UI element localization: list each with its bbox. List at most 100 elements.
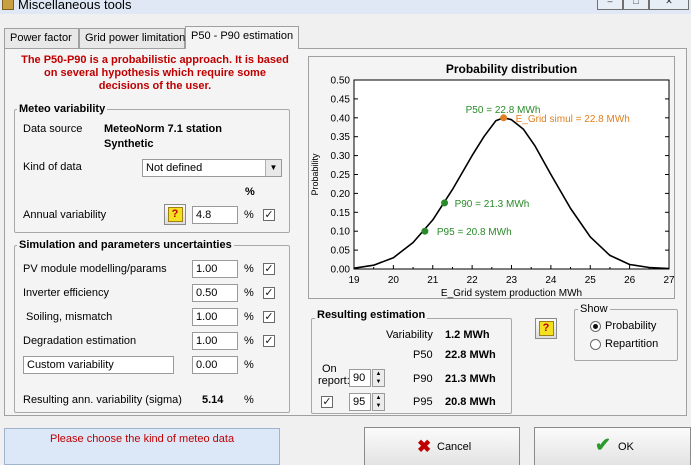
resulting-variability-value: 5.14 [202, 394, 224, 406]
report-p90-input[interactable]: 90 [349, 369, 371, 387]
degradation-checkbox[interactable]: ✓ [263, 335, 275, 347]
annual-variability-input[interactable]: 4.8 [192, 206, 238, 224]
custom-variability-input[interactable]: 0.00 [192, 356, 238, 374]
show-title: Show [578, 303, 610, 315]
p90-value: 21.3 MWh [445, 373, 496, 385]
degradation-unit: % [244, 335, 254, 347]
pv-module-checkbox[interactable]: ✓ [263, 263, 275, 275]
cancel-label: Cancel [437, 441, 472, 453]
ok-button[interactable]: ✔ OK [534, 427, 691, 465]
pv-module-unit: % [244, 263, 254, 275]
on-report-checkbox[interactable]: ✓ [321, 396, 333, 408]
inverter-efficiency-checkbox[interactable]: ✓ [263, 287, 275, 299]
inverter-efficiency-input[interactable]: 0.50 [192, 284, 238, 302]
probability-chart: Probability distribution 0.00 0.05 0.10 0.15… [308, 56, 675, 299]
status-bar: Please choose the kind of meteo data [4, 428, 280, 465]
tab-p50-p90-estimation[interactable]: P50 - P90 estimation [185, 26, 299, 49]
show-group [574, 309, 678, 361]
y-tick-label: 0.00 [331, 265, 351, 276]
data-source-value: MeteoNorm 7.1 station [104, 123, 222, 135]
soiling-mismatch-input[interactable]: 1.00 [192, 308, 238, 326]
minimize-button[interactable]: – [597, 0, 623, 10]
p95-point [421, 227, 429, 235]
p90-label: P90 [413, 373, 433, 385]
p95-label: P95 [413, 396, 433, 408]
p95-label: P95 = 20.8 MWh [437, 227, 512, 238]
window-title: Miscellaneous tools [18, 0, 132, 12]
data-source-type: Synthetic [104, 138, 154, 150]
title-bar: Miscellaneous tools – □ ✕ [0, 0, 691, 14]
pv-module-label: PV module modelling/params [23, 263, 167, 275]
radio-probability[interactable] [590, 321, 601, 332]
pv-module-input[interactable]: 1.00 [192, 260, 238, 278]
meteo-variability-title: Meteo variability [17, 103, 108, 115]
resulting-variability-unit: % [244, 394, 254, 406]
y-axis-label: Probability [310, 153, 320, 196]
variability-label: Variability [386, 329, 433, 341]
degradation-label: Degradation estimation [23, 335, 137, 347]
cancel-button[interactable]: ✖ Cancel [364, 427, 520, 465]
report-p90-spinner[interactable]: ▲ ▼ [372, 369, 385, 387]
x-tick-label: 19 [348, 275, 360, 286]
p95-value: 20.8 MWh [445, 396, 496, 408]
ok-label: OK [618, 441, 634, 453]
p90-label: P90 = 21.3 MWh [455, 199, 530, 210]
y-tick-label: 0.15 [331, 208, 351, 219]
spin-down-icon[interactable]: ▼ [373, 378, 384, 386]
p50-value: 22.8 MWh [445, 349, 496, 361]
cancel-x-icon: ✖ [417, 437, 432, 456]
y-tick-label: 0.20 [331, 189, 351, 200]
chevron-down-icon[interactable]: ▼ [265, 160, 281, 176]
report-p95-input[interactable]: 95 [349, 393, 371, 411]
y-tick-label: 0.25 [331, 170, 351, 181]
chart-title: Probability distribution [446, 62, 577, 76]
on-report-label-1: On [322, 363, 337, 375]
y-tick-label: 0.35 [331, 132, 351, 143]
custom-variability-field[interactable]: Custom variability [23, 356, 174, 374]
probability-chart-svg: Probability distribution 0.00 0.05 0.10 0.15… [310, 62, 675, 299]
x-tick-label: 26 [624, 275, 636, 286]
x-tick-label: 23 [506, 275, 518, 286]
x-tick-label: 24 [545, 275, 557, 286]
help-button[interactable]: ? [164, 204, 186, 225]
inverter-efficiency-label: Inverter efficiency [23, 287, 110, 299]
checkmark-icon: ✔ [595, 435, 611, 456]
tab-grid-power-limitation[interactable]: Grid power limitation [79, 28, 185, 48]
maximize-button[interactable]: □ [623, 0, 649, 10]
soiling-mismatch-checkbox[interactable]: ✓ [263, 311, 275, 323]
simul-label: E_Grid simul = 22.8 MWh [516, 114, 630, 125]
spin-down-icon[interactable]: ▼ [373, 402, 384, 410]
variability-value: 1.2 MWh [445, 329, 490, 341]
y-tick-label: 0.45 [331, 94, 351, 105]
annual-variability-checkbox[interactable]: ✓ [263, 209, 275, 221]
resulting-variability-label: Resulting ann. variability (sigma) [23, 394, 182, 406]
radio-probability-label[interactable]: Probability [605, 320, 656, 332]
inverter-efficiency-unit: % [244, 287, 254, 299]
spin-up-icon[interactable]: ▲ [373, 394, 384, 402]
soiling-mismatch-label: Soiling, mismatch [26, 311, 113, 323]
x-tick-label: 20 [388, 275, 400, 286]
help-icon: ? [538, 321, 554, 336]
percent-header: % [245, 186, 255, 198]
radio-repartition-label[interactable]: Repartition [605, 338, 658, 350]
y-tick-label: 0.10 [331, 227, 351, 238]
degradation-input[interactable]: 1.00 [192, 332, 238, 350]
report-p95-spinner[interactable]: ▲ ▼ [372, 393, 385, 411]
kind-of-data-value: Not defined [146, 162, 203, 174]
y-tick-label: 0.50 [331, 76, 351, 87]
warning-text: The P50-P90 is a probabilistic approach.… [21, 54, 289, 92]
close-button[interactable]: ✕ [649, 0, 689, 10]
status-message: Please choose the kind of meteo data [50, 433, 235, 445]
x-axis-label: E_Grid system production MWh [441, 288, 582, 299]
kind-of-data-select[interactable]: Not defined ▼ [142, 159, 282, 177]
resulting-estimation-title: Resulting estimation [315, 309, 428, 321]
help-button-result[interactable]: ? [535, 318, 557, 339]
y-tick-label: 0.40 [331, 113, 351, 124]
simulation-uncertainties-title: Simulation and parameters uncertainties [17, 239, 234, 251]
spin-up-icon[interactable]: ▲ [373, 370, 384, 378]
y-tick-label: 0.05 [331, 246, 351, 257]
tab-power-factor[interactable]: Power factor [4, 28, 79, 48]
annual-variability-unit: % [244, 209, 254, 221]
p90-point [441, 199, 449, 207]
radio-repartition[interactable] [590, 339, 601, 350]
